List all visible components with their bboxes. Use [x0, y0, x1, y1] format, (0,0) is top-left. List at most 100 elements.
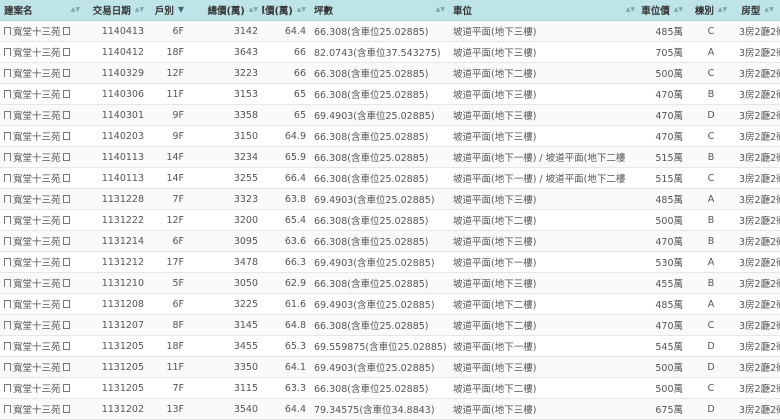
cell-name[interactable]: 寬堂十三苑 [0, 377, 84, 399]
cell-name[interactable]: 寬堂十三苑 [0, 167, 84, 189]
col-header-area[interactable]: 坪數 ▲▼ [310, 0, 449, 21]
table-row[interactable]: 寬堂十三苑 1140329 12F 3223 66 66.308(含車位25.02885)… [0, 62, 780, 84]
project-name[interactable]: 寬堂十三苑 [13, 381, 61, 395]
table-row[interactable]: 寬堂十三苑 1140306 11F 3153 65 66.308(含車位25.02885)… [0, 83, 780, 105]
project-name[interactable]: 寬堂十三苑 [13, 297, 61, 311]
table-row[interactable]: 寬堂十三苑 1131205 11F 3350 64.1 69.4903(含車位25.028… [0, 356, 780, 378]
bookmark-icon[interactable] [4, 258, 11, 266]
table-row[interactable]: 寬堂十三苑 1140301 9F 3358 65 69.4903(含車位25.02885)… [0, 104, 780, 126]
bookmark-icon[interactable] [4, 279, 11, 287]
sort-icon[interactable]: ▲▼ [297, 7, 306, 13]
document-icon[interactable] [62, 174, 70, 182]
project-name[interactable]: 寬堂十三苑 [13, 255, 61, 269]
cell-name[interactable]: 寬堂十三苑 [0, 272, 84, 294]
document-icon[interactable] [62, 90, 70, 98]
bookmark-icon[interactable] [4, 363, 11, 371]
cell-name[interactable]: 寬堂十三苑 [0, 104, 84, 126]
sort-desc-icon[interactable]: ▼ [178, 6, 184, 14]
table-row[interactable]: 寬堂十三苑 1131228 7F 3323 63.8 69.4903(含車位25.0288… [0, 188, 780, 210]
bookmark-icon[interactable] [4, 216, 11, 224]
bookmark-icon[interactable] [4, 405, 11, 413]
document-icon[interactable] [62, 195, 70, 203]
cell-name[interactable]: 寬堂十三苑 [0, 209, 84, 231]
project-name[interactable]: 寬堂十三苑 [13, 213, 61, 227]
project-name[interactable]: 寬堂十三苑 [13, 171, 61, 185]
table-row[interactable]: 寬堂十三苑 1131212 17F 3478 66.3 69.4903(含車位25.028… [0, 251, 780, 273]
cell-name[interactable]: 寬堂十三苑 [0, 62, 84, 84]
document-icon[interactable] [62, 132, 70, 140]
project-name[interactable]: 寬堂十三苑 [13, 45, 61, 59]
col-header-parking-price[interactable]: 車位價 ▲▼ [639, 0, 687, 21]
project-name[interactable]: 寬堂十三苑 [13, 192, 61, 206]
sort-icon[interactable]: ▲▼ [71, 7, 80, 13]
col-header-name[interactable]: 建案名 ▲▼ [0, 0, 84, 21]
project-name[interactable]: 寬堂十三苑 [13, 108, 61, 122]
bookmark-icon[interactable] [4, 300, 11, 308]
bookmark-icon[interactable] [4, 132, 11, 140]
table-row[interactable]: 寬堂十三苑 1131202 13F 3540 64.4 79.34575(含車位34.88… [0, 398, 780, 420]
cell-name[interactable]: 寬堂十三苑 [0, 398, 84, 420]
document-icon[interactable] [62, 111, 70, 119]
project-name[interactable]: 寬堂十三苑 [13, 360, 61, 374]
cell-name[interactable]: 寬堂十三苑 [0, 293, 84, 315]
sort-icon[interactable]: ▲▼ [674, 7, 683, 13]
col-header-unit[interactable]: 單價(萬) ▲▼ [262, 0, 310, 21]
bookmark-icon[interactable] [4, 153, 11, 161]
bookmark-icon[interactable] [4, 237, 11, 245]
document-icon[interactable] [62, 342, 70, 350]
document-icon[interactable] [62, 321, 70, 329]
bookmark-icon[interactable] [4, 342, 11, 350]
bookmark-icon[interactable] [4, 321, 11, 329]
project-name[interactable]: 寬堂十三苑 [13, 402, 61, 416]
sort-icon[interactable]: ▲▼ [436, 7, 445, 13]
project-name[interactable]: 寬堂十三苑 [13, 234, 61, 248]
project-name[interactable]: 寬堂十三苑 [13, 24, 61, 38]
project-name[interactable]: 寬堂十三苑 [13, 150, 61, 164]
col-header-total[interactable]: 總價(萬) ▲▼ [188, 0, 262, 21]
table-row[interactable]: 寬堂十三苑 1140203 9F 3150 64.9 66.308(含車位25.02885… [0, 125, 780, 147]
document-icon[interactable] [62, 300, 70, 308]
sort-icon[interactable]: ▲▼ [626, 7, 635, 13]
bookmark-icon[interactable] [4, 384, 11, 392]
col-header-layout[interactable]: 房型 ▲▼ [735, 0, 780, 21]
sort-icon[interactable]: ▲▼ [249, 7, 258, 13]
project-name[interactable]: 寬堂十三苑 [13, 318, 61, 332]
table-row[interactable]: 寬堂十三苑 1131214 6F 3095 63.6 66.308(含車位25.02885… [0, 230, 780, 252]
document-icon[interactable] [62, 237, 70, 245]
bookmark-icon[interactable] [4, 111, 11, 119]
cell-name[interactable]: 寬堂十三苑 [0, 314, 84, 336]
cell-name[interactable]: 寬堂十三苑 [0, 356, 84, 378]
table-row[interactable]: 寬堂十三苑 1131205 7F 3115 63.3 66.308(含車位25.02885… [0, 377, 780, 399]
project-name[interactable]: 寬堂十三苑 [13, 66, 61, 80]
table-row[interactable]: 寬堂十三苑 1131222 12F 3200 65.4 66.308(含車位25.0288… [0, 209, 780, 231]
project-name[interactable]: 寬堂十三苑 [13, 129, 61, 143]
document-icon[interactable] [62, 258, 70, 266]
bookmark-icon[interactable] [4, 90, 11, 98]
cell-name[interactable]: 寬堂十三苑 [0, 83, 84, 105]
project-name[interactable]: 寬堂十三苑 [13, 87, 61, 101]
table-row[interactable]: 寬堂十三苑 1131208 6F 3225 61.6 69.4903(含車位25.0288… [0, 293, 780, 315]
document-icon[interactable] [62, 405, 70, 413]
bookmark-icon[interactable] [4, 48, 11, 56]
bookmark-icon[interactable] [4, 195, 11, 203]
sort-icon[interactable]: ▲▼ [135, 7, 144, 13]
project-name[interactable]: 寬堂十三苑 [13, 276, 61, 290]
cell-name[interactable]: 寬堂十三苑 [0, 146, 84, 168]
document-icon[interactable] [62, 153, 70, 161]
table-row[interactable]: 寬堂十三苑 1140412 18F 3643 66 82.0743(含車位37.54327… [0, 41, 780, 63]
project-name[interactable]: 寬堂十三苑 [13, 339, 61, 353]
table-row[interactable]: 寬堂十三苑 1131210 5F 3050 62.9 66.308(含車位25.02885… [0, 272, 780, 294]
document-icon[interactable] [62, 384, 70, 392]
table-row[interactable]: 寬堂十三苑 1131207 8F 3145 64.8 66.308(含車位25.02885… [0, 314, 780, 336]
bookmark-icon[interactable] [4, 174, 11, 182]
table-row[interactable]: 寬堂十三苑 1140113 14F 3255 66.4 66.308(含車位25.0288… [0, 167, 780, 189]
document-icon[interactable] [62, 216, 70, 224]
cell-name[interactable]: 寬堂十三苑 [0, 188, 84, 210]
table-row[interactable]: 寬堂十三苑 1140113 14F 3234 65.9 66.308(含車位25.0288… [0, 146, 780, 168]
cell-name[interactable]: 寬堂十三苑 [0, 251, 84, 273]
cell-name[interactable]: 寬堂十三苑 [0, 125, 84, 147]
document-icon[interactable] [62, 27, 70, 35]
cell-name[interactable]: 寬堂十三苑 [0, 41, 84, 63]
document-icon[interactable] [62, 69, 70, 77]
sort-icon[interactable]: ▲▼ [764, 7, 773, 13]
